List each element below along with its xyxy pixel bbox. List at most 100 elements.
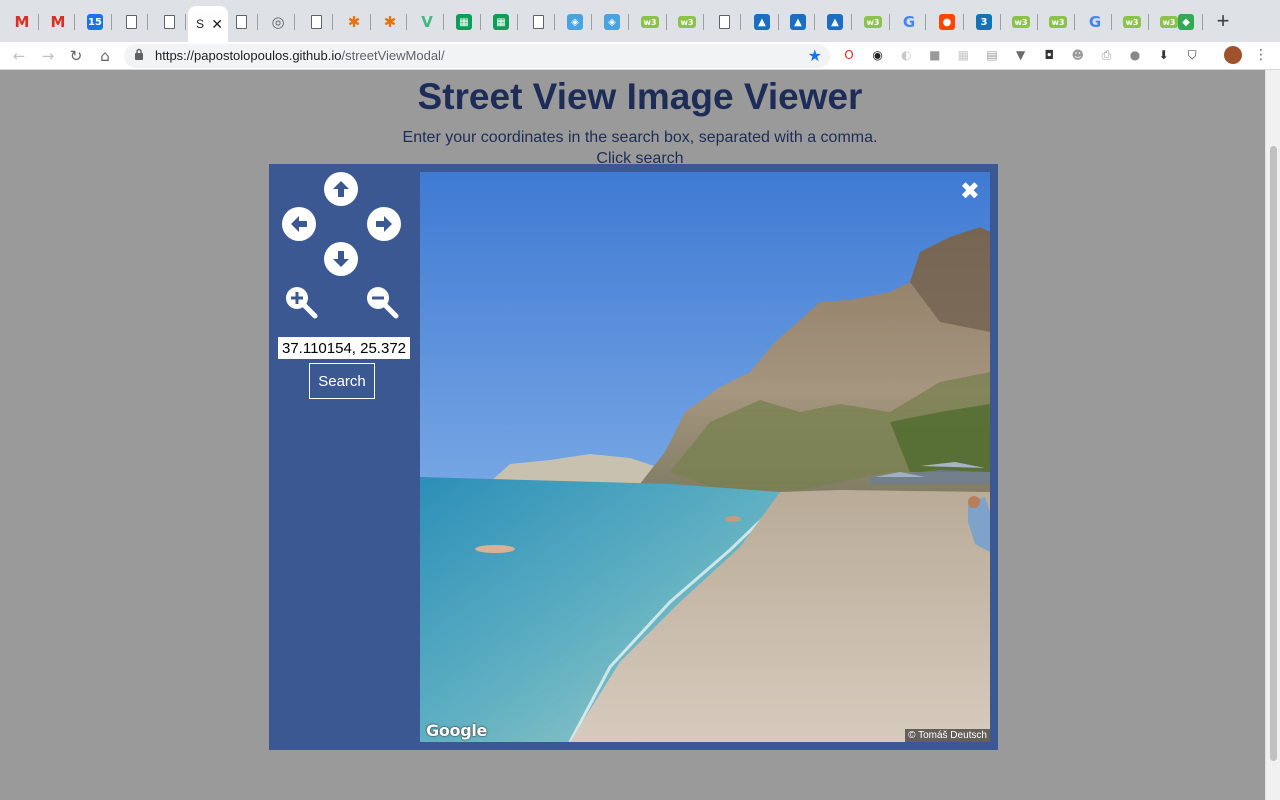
tab-separator (1000, 14, 1001, 30)
move-left-button[interactable] (282, 207, 316, 241)
browser-tab[interactable] (151, 9, 187, 35)
browser-tab[interactable]: ◎ (260, 9, 296, 35)
browser-tab[interactable] (520, 9, 556, 35)
move-up-button[interactable] (324, 172, 358, 206)
page-instructions: Enter your coordinates in the search box… (0, 127, 1280, 169)
address-bar[interactable]: https://papostolopoulos.github.io/street… (124, 44, 830, 68)
tab-separator (332, 14, 333, 30)
arrow-down-icon (333, 251, 349, 267)
printer-icon[interactable]: ⎙ (1098, 47, 1114, 63)
gmail-icon: M (14, 13, 30, 31)
browser-tab[interactable]: w3 (669, 9, 705, 35)
bookmark-star-icon[interactable]: ★ (808, 46, 822, 65)
download-icon[interactable]: ⬇ (1156, 47, 1172, 63)
tab-separator (443, 14, 444, 30)
tab-separator (111, 14, 112, 30)
tab-separator (185, 14, 186, 30)
profile-avatar[interactable] (1224, 46, 1242, 64)
calendar-icon: 15 (87, 14, 103, 30)
zoom-in-button[interactable] (283, 284, 319, 320)
browser-tab[interactable]: ◈ (557, 9, 593, 35)
coordinates-input[interactable] (278, 337, 410, 359)
css3-icon: 3 (976, 14, 992, 30)
browser-tab[interactable]: ◆ (1168, 9, 1204, 35)
page-scrollbar[interactable] (1265, 70, 1280, 800)
browser-tab[interactable]: ✱ (336, 9, 372, 35)
sheets-icon: ▦ (456, 14, 472, 30)
browser-tab[interactable]: M (4, 9, 40, 35)
zoom-out-button[interactable] (364, 284, 400, 320)
browser-tab[interactable]: M (40, 9, 76, 35)
document-icon (718, 15, 730, 29)
browser-tab[interactable]: ▲ (744, 9, 780, 35)
asterisk-icon: ✱ (383, 13, 397, 31)
circle-icon[interactable]: ● (1127, 47, 1143, 63)
tab-separator (666, 14, 667, 30)
active-tab[interactable]: S ✕ (188, 6, 228, 42)
zoom-out-icon (367, 287, 399, 319)
browser-tab[interactable]: ▲ (817, 9, 853, 35)
browser-tab[interactable]: w3 (632, 9, 668, 35)
browser-tab[interactable] (706, 9, 742, 35)
tab-separator (703, 14, 704, 30)
tab-separator (554, 14, 555, 30)
tab-separator (889, 14, 890, 30)
incognito-icon[interactable]: ◉ (870, 47, 886, 63)
reddit-icon: ● (939, 14, 955, 30)
browser-tab[interactable]: w3 (1003, 9, 1039, 35)
browser-tab[interactable]: ✱ (372, 9, 408, 35)
browser-tab[interactable]: 3 (966, 9, 1002, 35)
feather-icon[interactable]: ◐ (898, 47, 914, 63)
browser-tab[interactable]: ▦ (446, 9, 482, 35)
browser-tab[interactable]: ▲ (780, 9, 816, 35)
home-button[interactable]: ⌂ (94, 45, 116, 67)
move-down-button[interactable] (324, 242, 358, 276)
list-icon[interactable]: ▤ (984, 47, 1000, 63)
browser-tab[interactable] (298, 9, 334, 35)
browser-tab[interactable]: ▦ (483, 9, 519, 35)
reload-button[interactable]: ↻ (65, 45, 87, 67)
scrollbar-thumb[interactable] (1270, 146, 1277, 761)
browser-tab[interactable]: w3 (1114, 9, 1150, 35)
move-right-button[interactable] (367, 207, 401, 241)
w3schools-icon: w3 (678, 16, 696, 28)
url-host: https://papostolopoulos.github.io (155, 48, 342, 63)
forward-button[interactable]: → (37, 45, 59, 67)
arrow-up-icon (333, 181, 349, 197)
browser-tab[interactable] (223, 9, 259, 35)
graduation-cap-icon: ▲ (827, 14, 843, 30)
browser-tab[interactable]: G (1077, 9, 1113, 35)
tab-separator (591, 14, 592, 30)
back-button[interactable]: ← (8, 45, 30, 67)
browser-tab[interactable]: ◈ (594, 9, 630, 35)
vuejs-devtools-icon[interactable]: ▼ (1013, 47, 1029, 63)
cat-icon[interactable]: ☻ (1070, 47, 1086, 63)
browser-tab[interactable]: w3 (855, 9, 891, 35)
tab-separator (406, 14, 407, 30)
lock-icon (134, 48, 144, 63)
street-view-image[interactable]: ✖ Google © Tomáš Deutsch (420, 172, 990, 742)
search-button[interactable]: Search (309, 363, 375, 399)
browser-tab[interactable]: w3 (1040, 9, 1076, 35)
browser-tab[interactable]: 15 (77, 9, 113, 35)
menu-kebab-icon[interactable]: ⋮ (1253, 47, 1269, 63)
w3schools-icon: w3 (641, 16, 659, 28)
browser-tab[interactable]: G (891, 9, 927, 35)
sheets-icon: ▦ (493, 14, 509, 30)
opera-icon[interactable]: O (841, 47, 857, 63)
puzzle-icon[interactable]: ◘ (1041, 47, 1057, 63)
url-text[interactable]: https://papostolopoulos.github.io/street… (155, 48, 445, 63)
browser-tab[interactable] (113, 9, 149, 35)
browser-tab[interactable]: ● (929, 9, 965, 35)
new-tab-button[interactable]: + (1212, 10, 1234, 32)
close-tab-icon[interactable]: ✕ (211, 16, 223, 33)
grey-box-icon[interactable]: ■ (927, 47, 943, 63)
active-tab-title: S (196, 17, 205, 31)
close-modal-icon[interactable]: ✖ (960, 178, 980, 204)
shield-icon[interactable]: ⛉ (1184, 47, 1200, 63)
tab-separator (851, 14, 852, 30)
browser-tab[interactable]: V (409, 9, 445, 35)
arrow-right-icon (376, 216, 392, 232)
graduation-cap-icon: ▲ (790, 14, 806, 30)
grid-icon[interactable]: ▦ (955, 47, 971, 63)
